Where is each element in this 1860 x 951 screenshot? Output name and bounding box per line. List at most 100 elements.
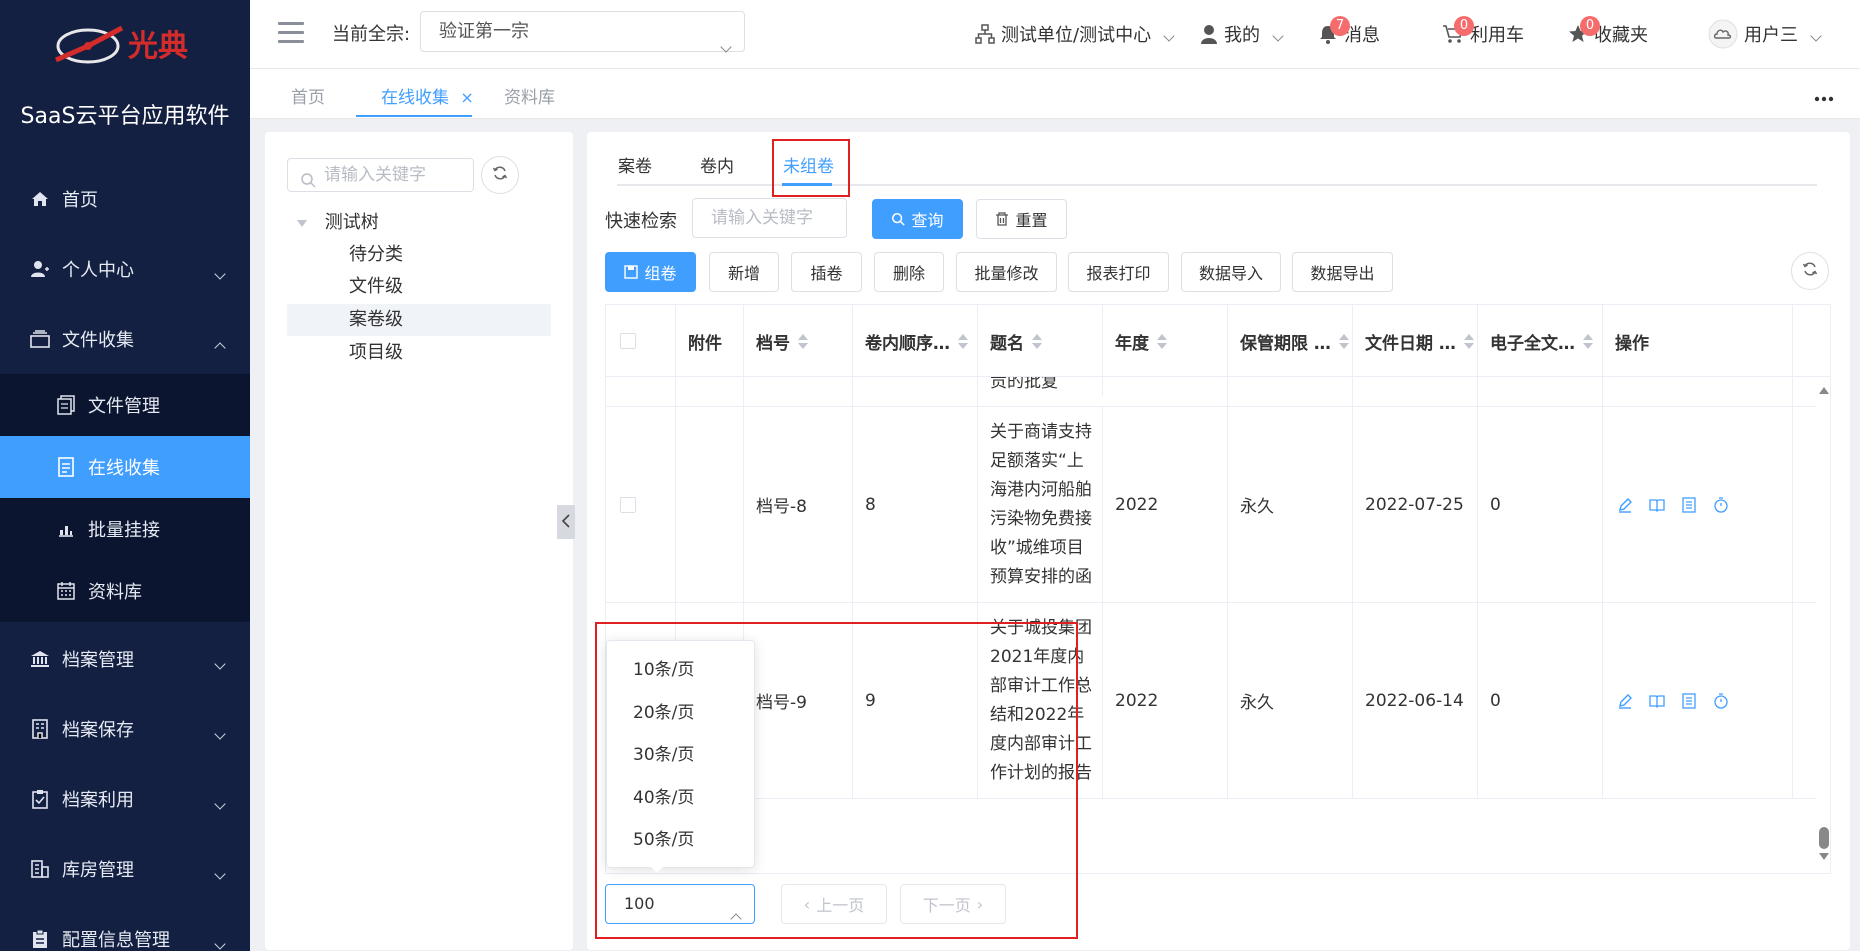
cell-title-partial: 贡的批复 <box>978 377 1103 396</box>
column-header-actions: 操作 <box>1603 305 1793 377</box>
table-refresh-button[interactable] <box>1791 252 1829 290</box>
favorites-button[interactable]: 0 收藏夹 <box>1568 16 1648 50</box>
sort-icon[interactable] <box>1157 333 1167 349</box>
cell-year: 2022 <box>1103 603 1228 798</box>
data-export-button[interactable]: 数据导出 <box>1292 252 1393 292</box>
sidebar-item-online-collection[interactable]: 在线收集 <box>0 436 250 498</box>
page-tab-data-library[interactable]: 资料库 <box>504 83 555 108</box>
user-menu[interactable]: 用户三 <box>1708 18 1822 50</box>
sidebar-item-warehouse-management[interactable]: 库房管理 <box>0 838 250 900</box>
calendar-icon <box>54 579 78 603</box>
highlight-box-tab <box>772 139 850 197</box>
sidebar-item-home[interactable]: 首页 <box>0 168 250 230</box>
cell-attachment <box>676 407 744 602</box>
tab-in-volume[interactable]: 卷内 <box>700 152 734 177</box>
table-scrollbar[interactable] <box>1816 377 1830 873</box>
book-icon[interactable] <box>1647 691 1667 711</box>
current-fonds-value: 验证第一宗 <box>439 21 529 42</box>
user-name: 用户三 <box>1744 25 1798 46</box>
sort-icon[interactable] <box>958 333 968 349</box>
menu-toggle-icon[interactable] <box>278 22 304 44</box>
table-row[interactable]: 档号-8 8 关于商请支持足额落实“上海港内河船舶污染物免费接收”城维项目预算安… <box>606 407 1816 603</box>
sidebar-item-label: 档案保存 <box>62 720 134 741</box>
sort-icon[interactable] <box>1032 333 1042 349</box>
data-import-button[interactable]: 数据导入 <box>1181 252 1281 292</box>
sidebar-item-archive-management[interactable]: 档案管理 <box>0 628 250 690</box>
column-header-archive-no[interactable]: 档号 <box>744 305 853 377</box>
sort-icon[interactable] <box>1463 333 1474 349</box>
current-fonds-label: 当前全宗: <box>332 24 411 45</box>
tree-node-uncategorized[interactable]: 待分类 <box>287 239 551 271</box>
reset-button[interactable]: 重置 <box>976 199 1067 239</box>
edit-icon[interactable] <box>1615 691 1635 711</box>
scroll-thumb[interactable] <box>1819 827 1829 849</box>
more-icon[interactable] <box>1814 87 1834 106</box>
tree-node-label: 测试树 <box>324 212 379 233</box>
cell-year: 2022 <box>1103 407 1228 602</box>
sidebar-item-batch-attach[interactable]: 批量挂接 <box>0 498 250 560</box>
insert-volume-button[interactable]: 插卷 <box>791 252 862 292</box>
page-tab-online-collection[interactable]: 在线收集 × <box>381 83 474 108</box>
column-header-year[interactable]: 年度 <box>1103 305 1228 377</box>
cell-order: 8 <box>853 407 978 602</box>
list-document-icon[interactable] <box>1679 495 1699 515</box>
row-checkbox[interactable] <box>620 496 636 513</box>
tree-node-volume-level[interactable]: 案卷级 <box>287 304 551 336</box>
column-header-retention[interactable]: 保管期限 … <box>1228 305 1353 377</box>
column-header-title[interactable]: 题名 <box>978 305 1103 377</box>
mine-menu[interactable]: 我的 <box>1200 18 1284 50</box>
sidebar-item-archive-storage[interactable]: 档案保存 <box>0 698 250 760</box>
batch-edit-button[interactable]: 批量修改 <box>956 252 1057 292</box>
column-header-date[interactable]: 文件日期 … <box>1353 305 1478 377</box>
tree-node-root[interactable]: 测试树 <box>287 207 551 239</box>
tree-refresh-button[interactable] <box>481 156 519 194</box>
sidebar-item-config-management[interactable]: 配置信息管理 <box>0 908 250 951</box>
messages-button[interactable]: 7 消息 <box>1318 16 1380 50</box>
close-icon[interactable]: × <box>460 88 473 107</box>
sidebar-item-data-library[interactable]: 资料库 <box>0 560 250 622</box>
sidebar-item-file-collection[interactable]: 文件收集 <box>0 308 250 370</box>
sidebar-item-file-management[interactable]: 文件管理 <box>0 374 250 436</box>
cart-button[interactable]: 0 利用车 <box>1442 16 1524 50</box>
query-label: 查询 <box>911 211 944 230</box>
cell-title: 关于商请支持足额落实“上海港内河船舶污染物免费接收”城维项目预算安排的函 <box>978 407 1103 602</box>
report-print-button[interactable]: 报表打印 <box>1068 252 1169 292</box>
column-header-order[interactable]: 卷内顺序… <box>853 305 978 377</box>
sidebar-item-personal-center[interactable]: 个人中心 <box>0 238 250 300</box>
current-fonds-select[interactable]: 验证第一宗 <box>420 11 745 53</box>
tab-volume[interactable]: 案卷 <box>618 152 652 177</box>
logo-text: 光典 <box>128 29 188 64</box>
group-volume-button[interactable]: 组卷 <box>605 252 696 292</box>
header-select-all[interactable] <box>606 305 676 377</box>
collapse-panel-button[interactable] <box>557 505 575 539</box>
sidebar-item-label: 在线收集 <box>88 458 160 479</box>
sort-icon[interactable] <box>798 333 808 349</box>
tree-node-project-level[interactable]: 项目级 <box>287 337 551 369</box>
page-tab-home[interactable]: 首页 <box>291 83 325 108</box>
tree-node-file-level[interactable]: 文件级 <box>287 271 551 303</box>
sort-icon[interactable] <box>1583 333 1593 349</box>
stopwatch-icon[interactable] <box>1711 495 1731 515</box>
stopwatch-icon[interactable] <box>1711 691 1731 711</box>
column-header-efulltext[interactable]: 电子全文… <box>1478 305 1603 377</box>
scroll-down-icon[interactable] <box>1819 853 1829 860</box>
list-document-icon[interactable] <box>1679 691 1699 711</box>
document-icon <box>54 455 78 479</box>
edit-icon[interactable] <box>1615 495 1635 515</box>
favorites-label: 收藏夹 <box>1594 25 1648 46</box>
tree-search-input[interactable]: 请输入关键字 <box>287 158 474 192</box>
add-button[interactable]: 新增 <box>709 252 779 292</box>
book-icon[interactable] <box>1647 495 1667 515</box>
sidebar-item-label: 文件管理 <box>88 396 160 417</box>
reset-label: 重置 <box>1015 211 1048 230</box>
cell-archive-no: 档号-8 <box>744 407 853 602</box>
checkbox[interactable] <box>620 333 636 349</box>
sort-icon[interactable] <box>1338 333 1349 349</box>
org-switcher[interactable]: 测试单位/测试中心 <box>975 18 1175 50</box>
chevron-down-icon <box>214 792 226 813</box>
delete-button[interactable]: 删除 <box>874 252 944 292</box>
sidebar-item-archive-utilization[interactable]: 档案利用 <box>0 768 250 830</box>
scroll-up-icon[interactable] <box>1819 387 1829 394</box>
quick-search-input[interactable]: 请输入关键字 <box>692 198 847 238</box>
query-button[interactable]: 查询 <box>872 199 963 239</box>
